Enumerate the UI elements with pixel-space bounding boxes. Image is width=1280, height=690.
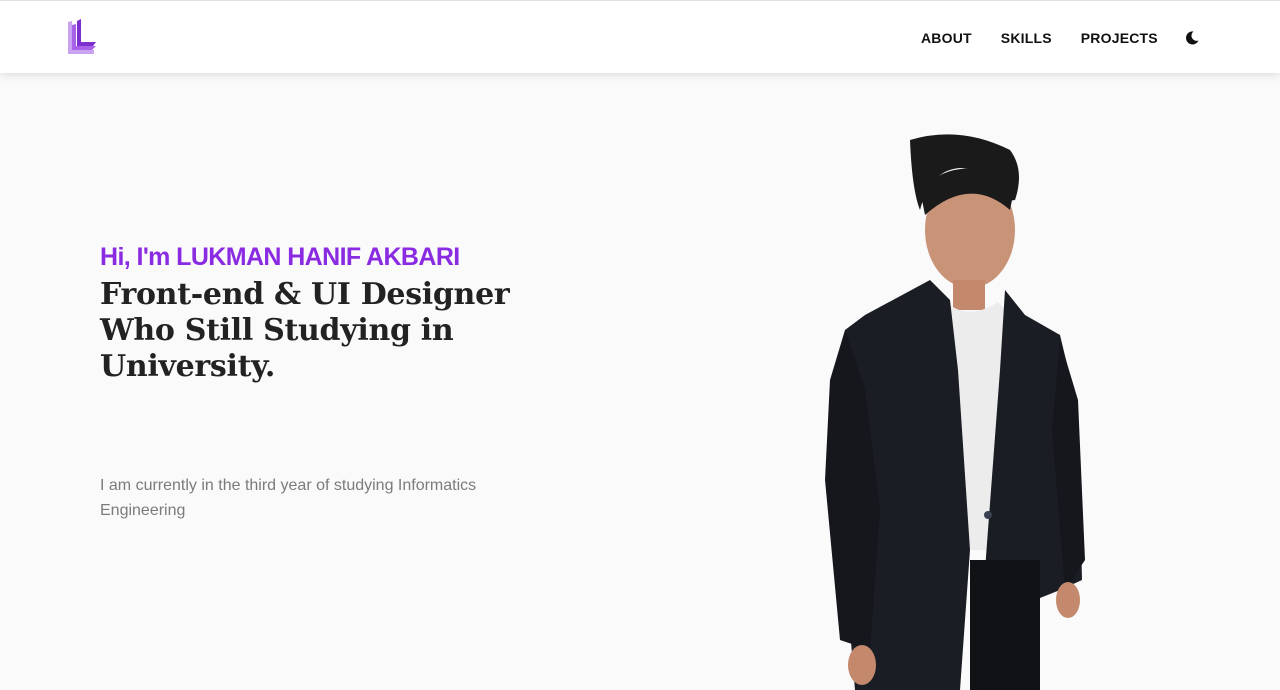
greeting: Hi, I'm LUKMAN HANIF AKBARI (100, 243, 460, 271)
nav-menu: ABOUT SKILLS PROJECTS (921, 29, 1187, 47)
logo-icon[interactable] (66, 18, 98, 58)
hero-text-block: Hi, I'm LUKMAN HANIF AKBARI Front-end & … (100, 240, 540, 385)
nav-link-skills[interactable]: SKILLS (1001, 29, 1052, 47)
portrait-image (820, 130, 1110, 690)
nav-link-about[interactable]: ABOUT (921, 29, 972, 47)
hero-subtext: I am currently in the third year of stud… (100, 477, 477, 519)
hero-headline: Front-end & UI Designer Who Still Studyi… (100, 277, 510, 384)
navbar: ABOUT SKILLS PROJECTS (0, 0, 1280, 73)
nav-link-projects[interactable]: PROJECTS (1081, 29, 1158, 47)
moon-icon[interactable] (1184, 30, 1200, 46)
